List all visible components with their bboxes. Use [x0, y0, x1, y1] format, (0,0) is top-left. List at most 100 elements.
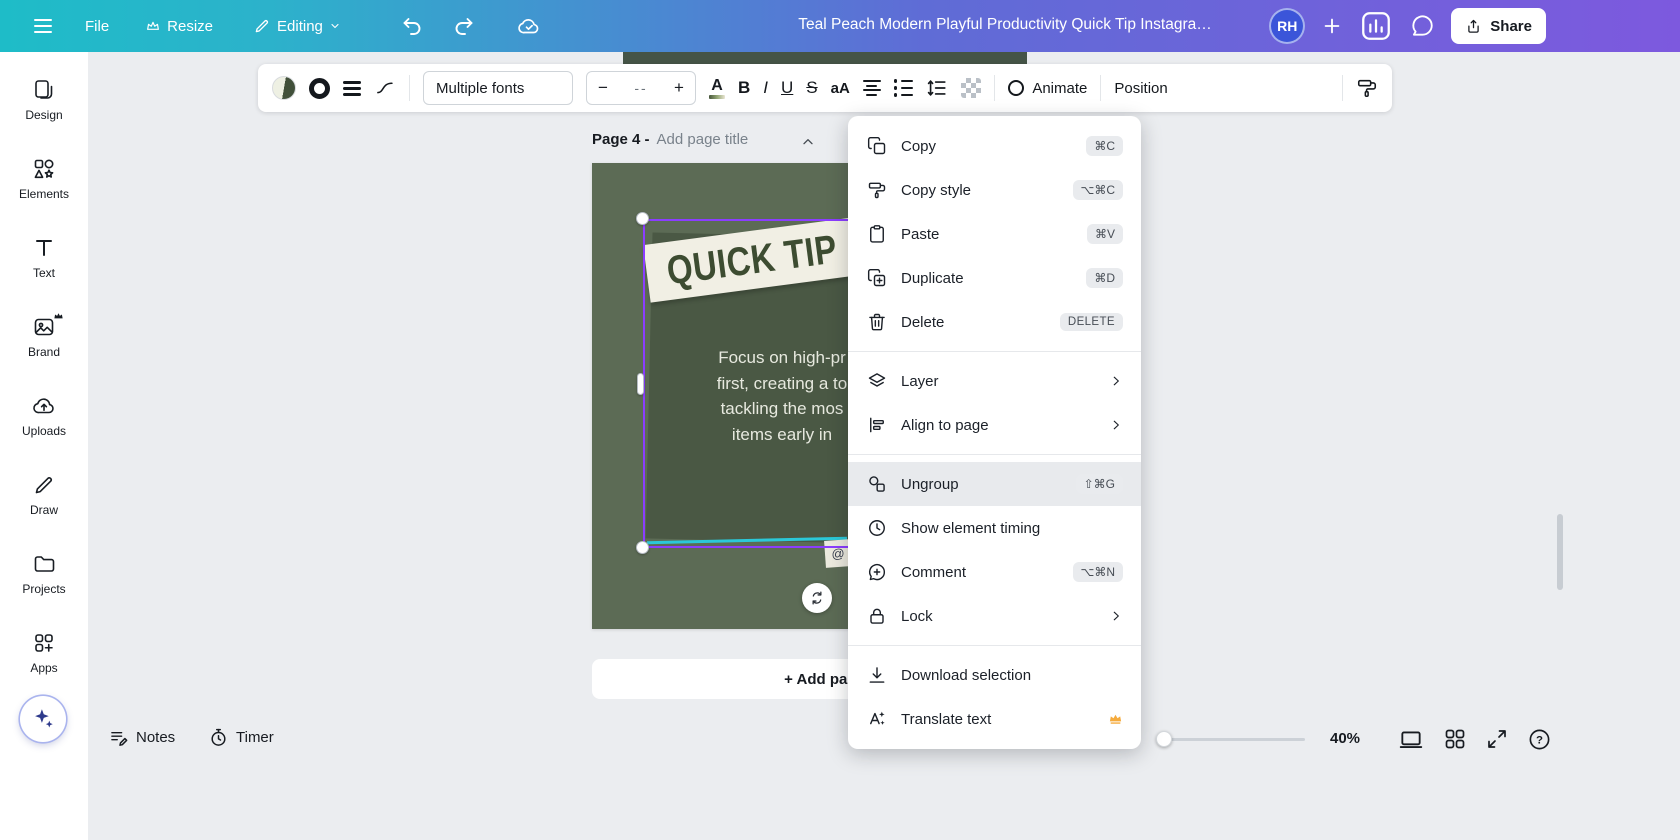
menu-item-comment[interactable]: Comment ⌥⌘N [848, 550, 1141, 594]
border-color-swatch[interactable] [309, 78, 330, 99]
menu-item-label: Copy style [901, 182, 1060, 199]
crown-pro-icon [1108, 712, 1123, 727]
editing-label: Editing [277, 18, 323, 35]
text-color-button[interactable]: A [709, 78, 725, 99]
sidebar-item-uploads[interactable]: Uploads [0, 394, 88, 473]
collapse-page-chevron-up-icon[interactable] [800, 134, 816, 150]
menu-item-layer[interactable]: Layer [848, 359, 1141, 403]
assistant-button[interactable] [20, 696, 66, 742]
chevron-right-icon [1109, 609, 1123, 623]
zoom-level[interactable]: 40% [1330, 730, 1360, 747]
cloud-save-status-icon[interactable] [517, 14, 541, 38]
document-title[interactable]: Teal Peach Modern Playful Productivity Q… [783, 16, 1227, 34]
sidebar-item-elements[interactable]: Elements [0, 157, 88, 236]
increase-font-size-button[interactable]: + [663, 78, 695, 98]
download-icon [866, 665, 888, 685]
font-family-selector[interactable]: Multiple fonts [423, 71, 573, 105]
hamburger-menu-icon[interactable] [31, 14, 55, 38]
page-title-placeholder[interactable]: Add page title [657, 131, 749, 148]
menu-item-label: Copy [901, 138, 1073, 155]
italic-button[interactable]: I [763, 78, 768, 98]
comments-bubble-icon[interactable] [1409, 13, 1435, 39]
spacing-button[interactable] [926, 77, 948, 99]
fullscreen-icon[interactable] [1485, 727, 1509, 751]
sidebar-item-brand[interactable]: Brand [0, 315, 88, 394]
topbar-left-group: File Resize Editing [0, 0, 541, 52]
document-color-swatch[interactable] [272, 76, 296, 100]
menu-item-download-selection[interactable]: Download selection [848, 653, 1141, 697]
avatar[interactable]: RH [1269, 8, 1305, 44]
sidebar-item-design[interactable]: Design [0, 78, 88, 157]
copy-icon [866, 136, 888, 156]
help-glyph: ? [1536, 735, 1543, 747]
help-icon[interactable]: ? [1527, 727, 1552, 752]
insights-chart-icon[interactable] [1359, 9, 1393, 43]
toolbar-divider [1342, 75, 1343, 101]
menu-item-label: Lock [901, 608, 1096, 625]
shortcut-badge: ⌘V [1087, 224, 1123, 244]
menu-item-duplicate[interactable]: Duplicate ⌘D [848, 256, 1141, 300]
font-size-value[interactable]: -- [619, 80, 663, 96]
menu-item-label: Delete [901, 314, 1047, 331]
chevron-right-icon [1109, 374, 1123, 388]
menu-item-lock[interactable]: Lock [848, 594, 1141, 638]
rotate-handle[interactable] [802, 583, 832, 613]
redo-icon[interactable] [451, 14, 475, 38]
menu-item-label: Comment [901, 564, 1060, 581]
timer-button[interactable]: Timer [208, 727, 274, 748]
bold-button[interactable]: B [738, 78, 750, 98]
menu-item-show-element-timing[interactable]: Show element timing [848, 506, 1141, 550]
share-button[interactable]: Share [1451, 8, 1546, 44]
present-view-icon[interactable] [1398, 727, 1424, 753]
notes-button[interactable]: Notes [108, 727, 175, 748]
menu-divider [848, 454, 1141, 455]
strikethrough-button[interactable]: S [806, 78, 817, 98]
notes-label: Notes [136, 729, 175, 746]
menu-item-copy-style[interactable]: Copy style ⌥⌘C [848, 168, 1141, 212]
underline-button[interactable]: U [781, 78, 793, 98]
line-curve-icon[interactable] [374, 77, 396, 99]
text-case-button[interactable]: aA [831, 80, 850, 97]
sidebar-item-draw[interactable]: Draw [0, 473, 88, 552]
shortcut-badge: ⌘D [1086, 268, 1123, 288]
menu-item-label: Align to page [901, 417, 1096, 434]
menu-item-paste[interactable]: Paste ⌘V [848, 212, 1141, 256]
menu-item-delete[interactable]: Delete DELETE [848, 300, 1141, 344]
sidebar-item-projects[interactable]: Projects [0, 552, 88, 631]
copy-style-roller-icon[interactable] [1356, 77, 1378, 99]
canvas-scrollbar[interactable] [1557, 514, 1563, 590]
topbar-right-group: RH Share [1269, 0, 1546, 52]
selection-handle-middle-left[interactable] [637, 373, 644, 395]
menu-item-label: Duplicate [901, 270, 1073, 287]
undo-icon[interactable] [401, 14, 425, 38]
toolbar-divider [1100, 75, 1101, 101]
menu-item-ungroup[interactable]: Ungroup ⇧⌘G [848, 462, 1141, 506]
sidebar-label: Text [33, 266, 55, 280]
invite-plus-icon[interactable] [1321, 15, 1343, 37]
transparency-button[interactable] [961, 78, 981, 98]
text-align-button[interactable] [863, 80, 881, 96]
menu-item-align-to-page[interactable]: Align to page [848, 403, 1141, 447]
stroke-weight-icon[interactable] [343, 81, 361, 96]
menu-item-copy[interactable]: Copy ⌘C [848, 124, 1141, 168]
selection-handle-top-left[interactable] [636, 212, 649, 225]
decrease-font-size-button[interactable]: − [587, 78, 619, 98]
zoom-slider[interactable] [1163, 738, 1305, 741]
toolbar-divider [409, 75, 410, 101]
file-menu-button[interactable]: File [85, 18, 109, 35]
resize-button[interactable]: Resize [145, 18, 213, 35]
sidebar-item-text[interactable]: Text [0, 236, 88, 315]
chevron-right-icon [1109, 418, 1123, 432]
animate-button[interactable]: Animate [1008, 80, 1087, 97]
position-button[interactable]: Position [1114, 80, 1167, 97]
editing-mode-dropdown[interactable]: Editing [253, 17, 341, 35]
grid-view-icon[interactable] [1443, 727, 1467, 751]
sparkle-icon [30, 706, 56, 732]
selection-handle-bottom-left[interactable] [636, 541, 649, 554]
align-page-icon [866, 415, 888, 435]
resize-label: Resize [167, 18, 213, 35]
menu-item-translate-text[interactable]: Translate text [848, 697, 1141, 741]
list-button[interactable] [894, 79, 914, 97]
font-size-stepper: − -- + [586, 71, 696, 105]
zoom-slider-knob[interactable] [1156, 731, 1172, 747]
